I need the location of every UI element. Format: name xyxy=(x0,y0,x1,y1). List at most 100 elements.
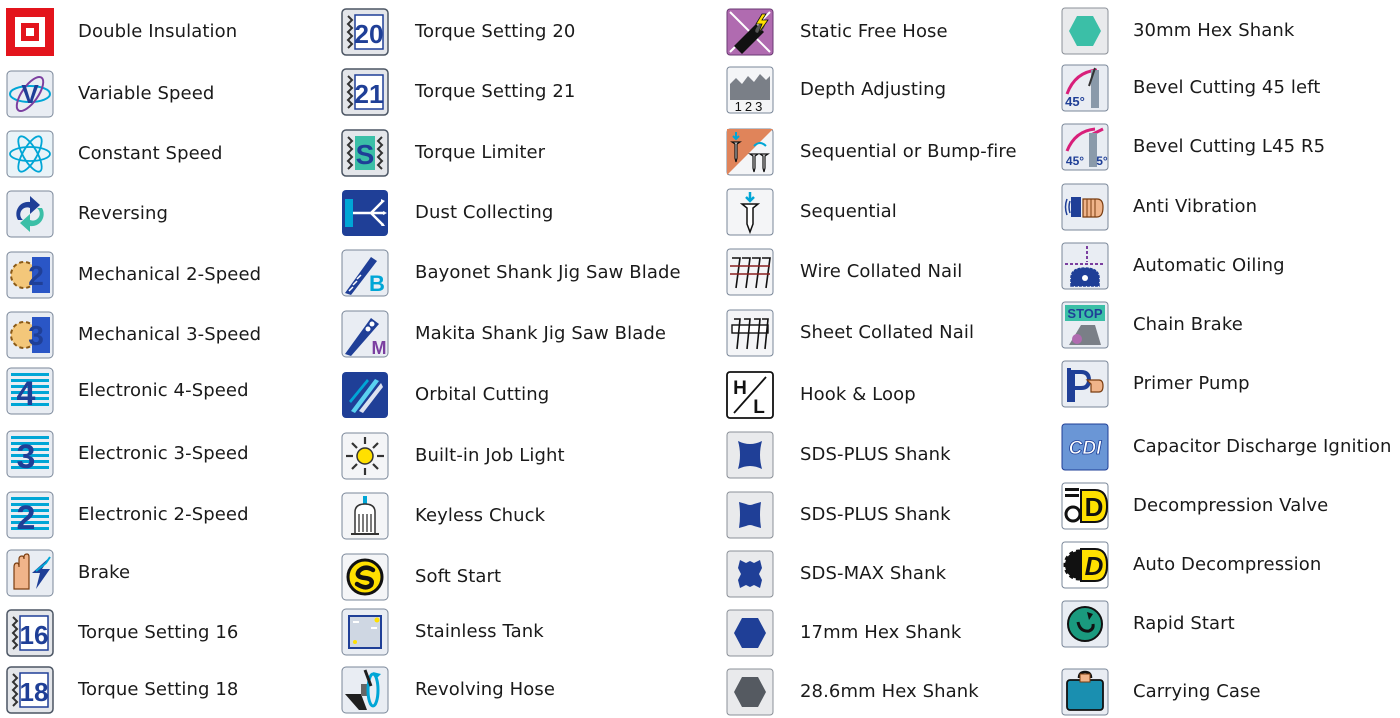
item-label: Rapid Start xyxy=(1133,613,1235,634)
item-label: Revolving Hose xyxy=(415,679,556,700)
legend-item: D Decompression Valve xyxy=(1055,480,1328,532)
item-label: Primer Pump xyxy=(1133,373,1250,394)
legend-item: Wire Collated Nail xyxy=(720,246,962,298)
anti-vibration-icon xyxy=(1061,183,1109,231)
hex-shank-30-icon xyxy=(1061,7,1109,55)
item-label: 30mm Hex Shank xyxy=(1133,20,1295,41)
sheet-collated-nail-icon xyxy=(726,309,774,357)
legend-item: Constant Speed xyxy=(0,128,222,180)
svg-text:2: 2 xyxy=(28,260,44,291)
icon-text: 123 xyxy=(735,99,766,114)
mechanical-2-speed-icon: 2 xyxy=(6,251,54,299)
legend-item: 45° 5° Bevel Cutting L45 R5 xyxy=(1055,121,1325,173)
automatic-oiling-icon xyxy=(1061,242,1109,290)
item-label: Makita Shank Jig Saw Blade xyxy=(415,323,667,344)
wire-collated-nail-icon xyxy=(726,248,774,296)
icon-text: STOP xyxy=(1067,306,1102,321)
auto-decompression-icon: D xyxy=(1061,541,1109,589)
soft-start-icon xyxy=(341,553,389,601)
item-label: 17mm Hex Shank xyxy=(800,622,962,643)
icon-text: 18 xyxy=(20,677,49,707)
item-label: Static Free Hose xyxy=(800,21,948,42)
item-label: Soft Start xyxy=(415,566,502,587)
item-label: Orbital Cutting xyxy=(415,384,550,405)
legend-item: 17mm Hex Shank xyxy=(720,607,961,659)
hex-shank-17-icon xyxy=(726,609,774,657)
legend-item: 21 Torque Setting 21 xyxy=(335,66,575,118)
item-label: Sheet Collated Nail xyxy=(800,322,975,343)
item-label: Torque Limiter xyxy=(415,142,546,163)
item-label: SDS-PLUS Shank xyxy=(800,444,951,465)
legend-item: 2 Mechanical 2-Speed xyxy=(0,249,261,301)
legend-item: Anti Vibration xyxy=(1055,181,1257,233)
torque-setting-16-icon: 16 xyxy=(6,609,54,657)
item-label: Automatic Oiling xyxy=(1133,255,1285,276)
depth-adjusting-icon: 123 xyxy=(726,66,774,114)
legend-item: 18 Torque Setting 18 xyxy=(0,664,238,716)
legend-column-1: Double Insulation V Variable Speed Const… xyxy=(0,0,330,716)
item-label: Mechanical 3-Speed xyxy=(78,324,262,345)
item-label: Anti Vibration xyxy=(1133,196,1258,217)
legend-column-2: 20 Torque Setting 20 21 Torque Setting 2… xyxy=(335,0,720,716)
item-label: Brake xyxy=(78,562,131,583)
legend-item: 3 Mechanical 3-Speed xyxy=(0,309,261,361)
item-label: Sequential or Bump-fire xyxy=(800,141,1017,162)
item-label: Double Insulation xyxy=(78,21,238,42)
dust-collecting-icon xyxy=(341,189,389,237)
legend-item: Rapid Start xyxy=(1055,598,1235,650)
item-label: Variable Speed xyxy=(78,83,215,104)
legend-item: Brake xyxy=(0,547,130,599)
legend-item: STOP Chain Brake xyxy=(1055,299,1243,351)
icon-text: D xyxy=(1085,492,1104,522)
legend-item: Primer Pump xyxy=(1055,358,1250,410)
icon-text: 20 xyxy=(355,19,384,49)
item-label: Bevel Cutting L45 R5 xyxy=(1133,136,1326,157)
item-label: Reversing xyxy=(78,203,169,224)
item-label: Electronic 2-Speed xyxy=(78,504,249,525)
icon-text: S xyxy=(356,139,375,170)
item-label: Keyless Chuck xyxy=(415,505,546,526)
keyless-chuck-icon xyxy=(341,492,389,540)
svg-text:4: 4 xyxy=(17,375,36,413)
icon-text: 21 xyxy=(355,79,384,109)
cdi-icon: CDI xyxy=(1061,423,1109,471)
legend-column-3: Static Free Hose 123 Depth Adjusting Seq… xyxy=(720,0,1055,716)
legend-item: Stainless Tank xyxy=(335,606,544,658)
item-label: Wire Collated Nail xyxy=(800,261,963,282)
item-label: Auto Decompression xyxy=(1133,554,1322,575)
svg-text:2: 2 xyxy=(17,499,36,537)
legend-item: Sheet Collated Nail xyxy=(720,307,974,359)
primer-pump-icon xyxy=(1061,360,1109,408)
sequential-bump-fire-icon xyxy=(726,128,774,176)
legend-item: Sequential xyxy=(720,186,897,238)
torque-limiter-icon: S xyxy=(341,129,389,177)
legend-column-4: 30mm Hex Shank 45° Bevel Cutting 45 left… xyxy=(1055,0,1400,716)
item-label: Mechanical 2-Speed xyxy=(78,264,262,285)
legend-item: 16 Torque Setting 16 xyxy=(0,607,238,659)
legend-item: 28.6mm Hex Shank xyxy=(720,666,979,718)
legend-item: D Auto Decompression xyxy=(1055,539,1321,591)
torque-setting-18-icon: 18 xyxy=(6,666,54,714)
item-label: Sequential xyxy=(800,201,897,222)
icon-text: 45° xyxy=(1065,94,1085,109)
item-label: Torque Setting 16 xyxy=(78,622,239,643)
icon-text: 45° xyxy=(1066,154,1084,168)
icon-text: L xyxy=(753,397,765,418)
item-label: Dust Collecting xyxy=(415,202,554,223)
legend-item: S Torque Limiter xyxy=(335,127,545,179)
constant-speed-icon xyxy=(6,130,54,178)
legend-item: HL Hook & Loop xyxy=(720,369,916,421)
mechanical-3-speed-icon: 3 xyxy=(6,311,54,359)
reversing-icon xyxy=(6,190,54,238)
makita-shank-icon: M xyxy=(341,310,389,358)
legend-item: CDI Capacitor Discharge Ignition xyxy=(1055,421,1391,473)
legend-item: Revolving Hose xyxy=(335,664,555,716)
legend-item: Carrying Case xyxy=(1055,666,1261,718)
item-label: Bayonet Shank Jig Saw Blade xyxy=(415,262,681,283)
bayonet-shank-icon: B xyxy=(341,249,389,297)
item-label: SDS-MAX Shank xyxy=(800,563,947,584)
job-light-icon xyxy=(341,432,389,480)
legend-item: 3 Electronic 3-Speed xyxy=(0,428,249,480)
legend-item: 123 Depth Adjusting xyxy=(720,64,946,116)
torque-setting-21-icon: 21 xyxy=(341,68,389,116)
